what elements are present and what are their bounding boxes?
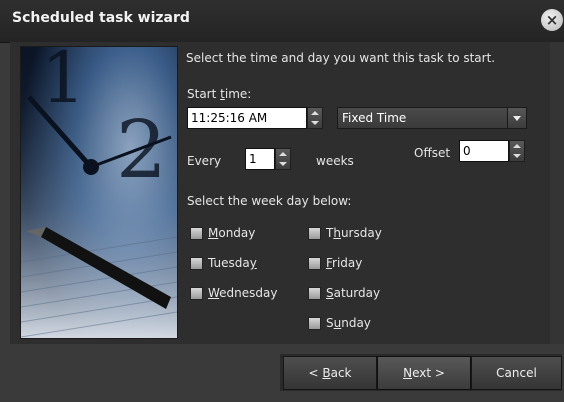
every-spinner[interactable] (275, 148, 291, 170)
spin-up-icon[interactable] (513, 144, 521, 148)
start-time-spinner[interactable] (307, 107, 323, 129)
title-bar: Scheduled task wizard × (0, 0, 564, 43)
chevron-down-icon[interactable] (507, 108, 526, 128)
weekday-instruction: Select the week day below: (187, 194, 352, 208)
checkbox-label: Thursday (326, 226, 382, 240)
next-button[interactable]: Next > (377, 356, 471, 390)
checkbox-label: Tuesday (208, 256, 257, 270)
window-edge (550, 42, 564, 344)
checkbox-box[interactable] (308, 287, 321, 300)
offset-label: Offset (414, 146, 451, 160)
spin-up-icon[interactable] (311, 111, 319, 115)
weeks-label: weeks (316, 154, 354, 168)
checkbox-box[interactable] (308, 227, 321, 240)
instruction-text: Select the time and day you want this ta… (186, 51, 496, 65)
checkbox-box[interactable] (308, 317, 321, 330)
svg-text:1: 1 (41, 47, 86, 119)
spin-down-icon[interactable] (513, 154, 521, 158)
checkbox-label: Friday (326, 256, 363, 270)
spin-down-icon[interactable] (279, 162, 287, 166)
checkbox-label: Saturday (326, 286, 381, 300)
checkbox-box[interactable] (308, 257, 321, 270)
checkbox-box[interactable] (190, 257, 203, 270)
every-input[interactable]: 1 (245, 148, 275, 170)
time-mode-select[interactable]: Fixed Time (337, 107, 527, 129)
checkbox-label: Sunday (326, 316, 371, 330)
spin-down-icon[interactable] (311, 121, 319, 125)
start-time-label: Start time: (187, 87, 252, 101)
time-mode-value: Fixed Time (342, 111, 407, 125)
back-button[interactable]: < Back (283, 356, 377, 390)
offset-input[interactable]: 0 (459, 140, 509, 162)
cancel-button[interactable]: Cancel (471, 356, 562, 390)
checkbox-label: Wednesday (208, 286, 278, 300)
checkbox-box[interactable] (190, 227, 203, 240)
checkbox-label: Monday (208, 226, 256, 240)
checkbox-box[interactable] (190, 287, 203, 300)
window-title: Scheduled task wizard (12, 10, 190, 26)
spin-up-icon[interactable] (279, 152, 287, 156)
wizard-image: 1 2 (20, 46, 178, 339)
offset-spinner[interactable] (509, 140, 525, 162)
every-label: Every (187, 154, 222, 168)
close-icon[interactable]: × (541, 9, 563, 31)
clock-and-pen-photo: 1 2 (21, 47, 177, 338)
start-time-input[interactable]: 11:25:16 AM (187, 107, 307, 129)
